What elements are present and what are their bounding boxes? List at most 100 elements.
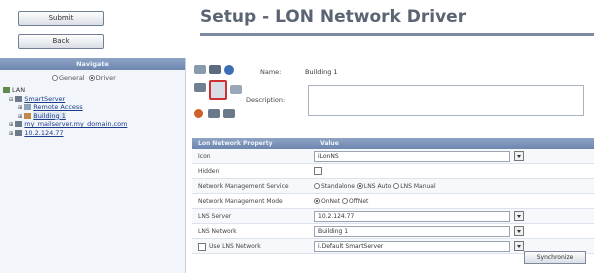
tree-item-building-1[interactable]: ⊞ Building 1: [0, 111, 185, 121]
radio-offnet[interactable]: [341, 198, 348, 204]
icon-picker: [192, 63, 244, 133]
panel-icon[interactable]: [230, 85, 242, 94]
globe-icon[interactable]: [224, 65, 234, 75]
use-lns-select[interactable]: i.Default SmartServer: [314, 241, 510, 252]
description-field[interactable]: [308, 85, 584, 116]
tree-item-mailserver[interactable]: ⊞ my_mailserver.my_domain.com: [0, 120, 185, 129]
radio-standalone-label: Standalone: [321, 183, 355, 190]
back-button[interactable]: Back: [18, 34, 104, 49]
alarm-icon[interactable]: [194, 109, 203, 118]
radio-driver[interactable]: [88, 75, 95, 81]
table-row: LNS Network Building 1: [192, 224, 594, 239]
lns-server-select[interactable]: 10.2.124.77: [314, 211, 510, 222]
header: Setup - LON Network Driver: [186, 0, 594, 58]
navigate-heading: Navigate: [0, 58, 185, 70]
building-icon: [24, 112, 32, 119]
description-label: Description:: [246, 96, 286, 104]
tree-item-label: SmartServer: [24, 94, 66, 103]
use-lns-cell: i.Default SmartServer: [314, 241, 524, 252]
radio-general-label: General: [59, 74, 85, 82]
radio-onnet-label: OnNet: [321, 198, 341, 205]
properties-grid: Lon Network Property Value Icon iLonNS H…: [192, 138, 594, 254]
action-panel: Submit Back: [0, 0, 186, 60]
radio-standalone[interactable]: [314, 183, 320, 189]
nmm-label: Network Management Mode: [198, 198, 283, 205]
controller-icon[interactable]: [223, 109, 235, 118]
device-icon[interactable]: [194, 83, 206, 92]
chevron-down-icon[interactable]: [514, 211, 524, 221]
name-value: Building 1: [305, 68, 338, 76]
radio-lns-auto[interactable]: [356, 183, 363, 189]
lns-network-cell: Building 1: [314, 226, 524, 237]
table-row: Network Management Mode OnNet OffNet: [192, 194, 594, 209]
chevron-down-icon[interactable]: [514, 241, 524, 251]
tree-item-label: 10.2.124.77: [24, 128, 64, 137]
nmm-radio-group: OnNet OffNet: [314, 196, 368, 207]
network-icon: [3, 87, 10, 93]
page: Submit Back Setup - LON Network Driver N…: [0, 0, 594, 273]
router-icon[interactable]: [209, 65, 221, 74]
host-icon: [15, 129, 23, 136]
lns-network-select[interactable]: Building 1: [314, 226, 510, 237]
radio-lns-manual[interactable]: [393, 183, 400, 189]
table-row: Network Management Service Standalone LN…: [192, 179, 594, 194]
tree-item-smartserver[interactable]: ⊟ SmartServer: [0, 95, 185, 104]
synchronize-button[interactable]: Synchronize: [524, 251, 586, 264]
main-panel: Name: Building 1 Description: Lon Networ…: [186, 58, 594, 273]
icon-value-cell: iLonNS: [314, 151, 524, 162]
hidden-checkbox[interactable]: [314, 167, 322, 175]
chevron-down-icon[interactable]: [514, 151, 524, 161]
tree-item-label: Building 1: [33, 111, 66, 120]
grid-header: Lon Network Property Value: [192, 138, 594, 149]
tree-item-remote-access[interactable]: ⊞ Remote Access: [0, 103, 185, 112]
col-header-value: Value: [320, 140, 339, 147]
tree-item-lan[interactable]: LAN: [0, 86, 185, 95]
tree-item-ip[interactable]: ⊞ 10.2.124.77: [0, 129, 185, 138]
hidden-label: Hidden: [198, 168, 220, 175]
building-icon[interactable]: [209, 80, 227, 100]
tree-item-label: LAN: [12, 86, 26, 94]
expand-icon: ⊟: [9, 96, 14, 103]
remote-icon: [24, 104, 32, 110]
chevron-down-icon[interactable]: [514, 226, 524, 236]
submit-button[interactable]: Submit: [18, 11, 104, 26]
title-divider: [200, 33, 594, 36]
lns-server-cell: 10.2.124.77: [314, 211, 524, 222]
radio-offnet-label: OffNet: [348, 198, 369, 205]
radio-driver-label: Driver: [95, 74, 116, 82]
expand-icon: ⊞: [18, 105, 23, 111]
use-lns-checkbox[interactable]: [198, 243, 206, 251]
mail-server-icon: [15, 121, 23, 127]
radio-general[interactable]: [52, 75, 58, 81]
gateway-icon[interactable]: [208, 109, 220, 118]
nms-label: Network Management Service: [198, 183, 289, 190]
nms-radio-group: Standalone LNS Auto LNS Manual: [314, 181, 436, 192]
expand-icon: ⊞: [9, 122, 14, 128]
page-title: Setup - LON Network Driver: [200, 7, 467, 27]
expand-icon: ⊞: [18, 113, 23, 120]
radio-lns-manual-label: LNS Manual: [400, 183, 436, 190]
navigate-panel: Navigate General Driver LAN ⊟ SmartServe…: [0, 58, 186, 273]
server-icon: [15, 95, 23, 102]
icon-select[interactable]: iLonNS: [314, 151, 510, 162]
radio-onnet[interactable]: [314, 198, 320, 204]
navigate-mode-radios: General Driver: [0, 70, 185, 86]
hidden-value-cell: [314, 166, 322, 177]
lan-icon[interactable]: [194, 65, 206, 74]
tree-item-label: my_mailserver.my_domain.com: [24, 120, 128, 128]
use-lns-label-cell: Use LNS Network: [198, 239, 314, 254]
grid-body: Icon iLonNS Hidden Network Management Se…: [192, 149, 594, 254]
name-label: Name:: [260, 68, 282, 76]
tree-item-label: Remote Access: [33, 103, 83, 111]
lns-server-label: LNS Server: [198, 213, 232, 220]
use-lns-label: Use LNS Network: [209, 243, 261, 250]
lns-network-label: LNS Network: [198, 228, 237, 235]
navigation-tree: LAN ⊟ SmartServer ⊞ Remote Access ⊞ Buil…: [0, 86, 185, 137]
table-row: Icon iLonNS: [192, 149, 594, 164]
icon-label: Icon: [198, 153, 211, 160]
col-header-property: Lon Network Property: [198, 140, 273, 147]
table-row: Hidden: [192, 164, 594, 179]
expand-icon: ⊞: [9, 130, 14, 137]
table-row: LNS Server 10.2.124.77: [192, 209, 594, 224]
radio-lns-auto-label: LNS Auto: [363, 183, 392, 190]
